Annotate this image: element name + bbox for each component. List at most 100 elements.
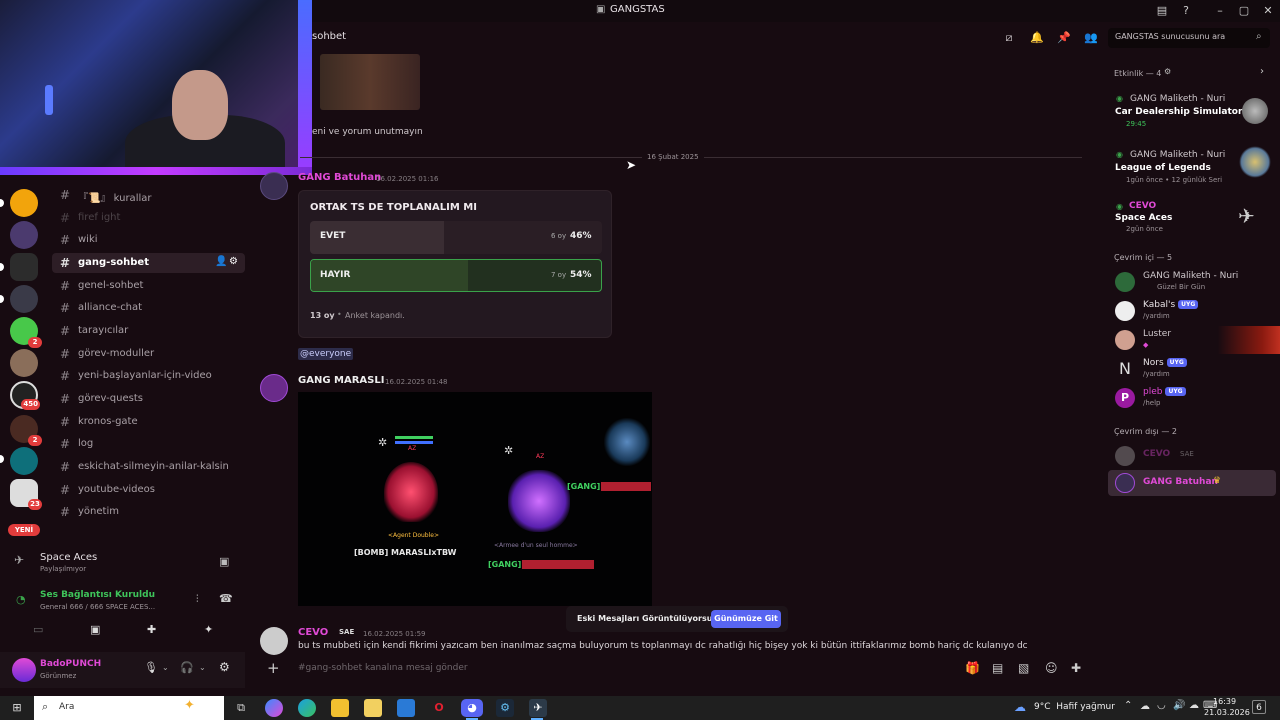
soundboard-icon[interactable]: ✦ xyxy=(204,623,213,636)
sticker-icon[interactable]: ▧ xyxy=(1018,661,1029,675)
channel-item-gang-sohbet[interactable]: # gang-sohbet 👤 ⚙ xyxy=(52,253,245,273)
clock-date[interactable]: 21.03.2026 xyxy=(1204,708,1250,717)
chevron-down-icon[interactable]: ⌄ xyxy=(199,663,206,672)
embed-thumbnail[interactable] xyxy=(320,54,420,110)
help-icon[interactable]: ? xyxy=(1178,3,1194,19)
plus-icon[interactable]: + xyxy=(267,659,280,677)
avatar[interactable] xyxy=(260,627,288,655)
channel-item-tarayicilar[interactable]: # tarayıcılar xyxy=(52,321,245,341)
server-icon[interactable]: 2 xyxy=(10,415,42,446)
poll-option-hayir[interactable]: HAYIR 7 oy 54% xyxy=(310,259,602,292)
chevron-down-icon[interactable]: ⌄ xyxy=(162,663,169,672)
copilot-icon[interactable] xyxy=(265,699,283,717)
message-author[interactable]: GANG Batuhan xyxy=(298,172,381,183)
member-row[interactable]: CEVO SAE xyxy=(1102,442,1280,468)
game-app-icon[interactable]: ✈ xyxy=(529,699,547,717)
server-icon[interactable] xyxy=(10,253,38,281)
invite-icon[interactable]: 👤 xyxy=(215,256,227,267)
everyone-mention[interactable]: @everyone xyxy=(298,348,354,360)
minimize-button[interactable]: – xyxy=(1212,3,1228,19)
gear-icon[interactable]: ⚙ xyxy=(1164,67,1171,76)
avatar[interactable] xyxy=(260,172,288,200)
channel-item-alliance-chat[interactable]: # alliance-chat xyxy=(52,298,245,318)
channel-item-yonetim[interactable]: # yönetim xyxy=(52,502,245,522)
activity-card[interactable]: ◉ GANG Maliketh - Nuri Car Dealership Si… xyxy=(1102,90,1280,134)
channel-item-yeni-baslayanlar[interactable]: # yeni-başlayanlar-için-video xyxy=(52,366,245,386)
network-icon[interactable]: ☁ xyxy=(1140,701,1150,712)
threads-icon[interactable]: ⧄ xyxy=(1002,31,1016,45)
file-explorer-icon[interactable] xyxy=(331,699,349,717)
channel-item-kurallar[interactable]: # 『📜』 kurallar xyxy=(52,185,245,205)
channel-item-youtube-videos[interactable]: # youtube-videos xyxy=(52,480,245,500)
channel-item-eskichat[interactable]: # eskichat-silmeyin-anilar-kalsin xyxy=(52,457,245,477)
apps-icon[interactable]: ✚ xyxy=(1071,661,1081,675)
gif-icon[interactable]: ▤ xyxy=(992,661,1003,675)
edge-icon[interactable] xyxy=(298,699,316,717)
message-author[interactable]: CEVO xyxy=(298,627,328,638)
screen-share-icon[interactable]: ▣ xyxy=(219,555,229,568)
activity-panel[interactable]: ✈ Space Aces Paylaşılmıyor ▣ xyxy=(0,545,245,577)
task-view-icon[interactable]: ⧉ xyxy=(232,699,250,717)
noise-suppression-icon[interactable]: ⫶ xyxy=(196,594,199,605)
server-icon[interactable]: 2 xyxy=(10,317,42,348)
channel-item-kronos-gate[interactable]: # kronos-gate xyxy=(52,412,245,432)
member-row[interactable]: Luster ◆ xyxy=(1102,326,1280,354)
pin-icon[interactable]: 📌 xyxy=(1057,31,1071,45)
tray-chevron-icon[interactable]: ⌃ xyxy=(1124,700,1132,711)
avatar[interactable] xyxy=(260,374,288,402)
activity-card[interactable]: ◉ CEVO Space Aces 2gün önce ✈ xyxy=(1102,198,1280,238)
member-row[interactable]: GANG Maliketh - Nuri Güzel Bir Gün xyxy=(1102,268,1280,296)
channel-item-log[interactable]: # log xyxy=(52,434,245,454)
gift-icon[interactable]: 🎁 xyxy=(965,661,980,675)
voice-channel[interactable]: General 666 / 666 SPACE ACES... xyxy=(40,603,185,611)
notification-icon[interactable]: 6 xyxy=(1252,700,1266,714)
activities-icon[interactable]: ✚ xyxy=(147,623,156,636)
clock-time[interactable]: 16:39 xyxy=(1213,697,1236,706)
server-icon[interactable] xyxy=(10,221,38,249)
gear-icon[interactable]: ⚙ xyxy=(219,660,230,674)
search-bar[interactable]: GANGSTAS sunucusunu ara ⌕ xyxy=(1108,28,1270,48)
avatar[interactable] xyxy=(12,658,36,682)
channel-item-genel-sohbet[interactable]: # genel-sohbet xyxy=(52,276,245,296)
inbox-icon[interactable]: ▤ xyxy=(1154,3,1170,19)
taskbar-search-input[interactable]: Ara xyxy=(59,702,74,712)
activity-card[interactable]: ◉ GANG Maliketh - Nuri League of Legends… xyxy=(1102,146,1280,190)
screen-share-icon[interactable]: ▣ xyxy=(90,623,100,636)
member-row[interactable]: Kabal's UYG /yardım xyxy=(1102,297,1280,325)
weather-text[interactable]: 9°C Hafif yağmur xyxy=(1034,702,1115,712)
member-row[interactable]: N Nors UYG /yardım xyxy=(1102,355,1280,383)
volume-icon[interactable]: 🔊 xyxy=(1173,700,1185,711)
close-button[interactable]: ✕ xyxy=(1260,3,1276,19)
camera-icon[interactable]: ▭ xyxy=(33,623,43,636)
search-input[interactable]: GANGSTAS sunucusunu ara xyxy=(1115,32,1225,41)
game-screenshot[interactable]: ✲ ✲ AZ AZ <Agent Double> <Armee d'un seu… xyxy=(298,392,652,606)
message-author[interactable]: GANG MARASLI xyxy=(298,375,384,386)
server-icon[interactable]: 23 xyxy=(10,479,42,510)
windows-start-icon[interactable]: ⊞ xyxy=(8,699,26,717)
server-icon[interactable]: 450 xyxy=(10,381,40,410)
emoji-icon[interactable]: ☺ xyxy=(1045,661,1058,675)
channel-item-wiki[interactable]: # wiki xyxy=(52,230,245,250)
microphone-icon[interactable]: 🎙 xyxy=(144,661,158,674)
wifi-icon[interactable]: ◡ xyxy=(1157,700,1166,711)
bell-icon[interactable]: 🔔 xyxy=(1030,31,1044,45)
poll-option-evet[interactable]: EVET 6 oy 46% xyxy=(310,221,602,254)
search-icon[interactable]: ⌕ xyxy=(1256,31,1262,42)
maximize-button[interactable]: ▢ xyxy=(1236,3,1252,19)
member-row[interactable]: GANG Batuhan ♛ xyxy=(1108,470,1276,496)
server-icon[interactable] xyxy=(10,285,38,313)
message-input[interactable]: #gang-sohbet kanalına mesaj gönder xyxy=(298,663,468,673)
disconnect-icon[interactable]: ☎ xyxy=(219,592,233,605)
weather-icon[interactable]: ☁ xyxy=(1014,700,1026,714)
store-icon[interactable] xyxy=(364,699,382,717)
gear-icon[interactable]: ⚙ xyxy=(229,256,238,267)
username[interactable]: BadoPUNCH xyxy=(40,659,101,669)
voice-status[interactable]: Ses Bağlantısı Kuruldu xyxy=(40,590,155,600)
taskbar-search[interactable]: ⌕ Ara ✦ xyxy=(34,696,224,720)
channel-item-gorev-quests[interactable]: # görev-quests xyxy=(52,389,245,409)
steam-icon[interactable]: ⚙ xyxy=(496,699,514,717)
members-icon[interactable]: 👥 xyxy=(1084,31,1098,45)
server-icon[interactable] xyxy=(10,447,38,475)
server-icon[interactable] xyxy=(10,349,38,377)
discord-icon[interactable]: ◕ xyxy=(461,699,483,717)
